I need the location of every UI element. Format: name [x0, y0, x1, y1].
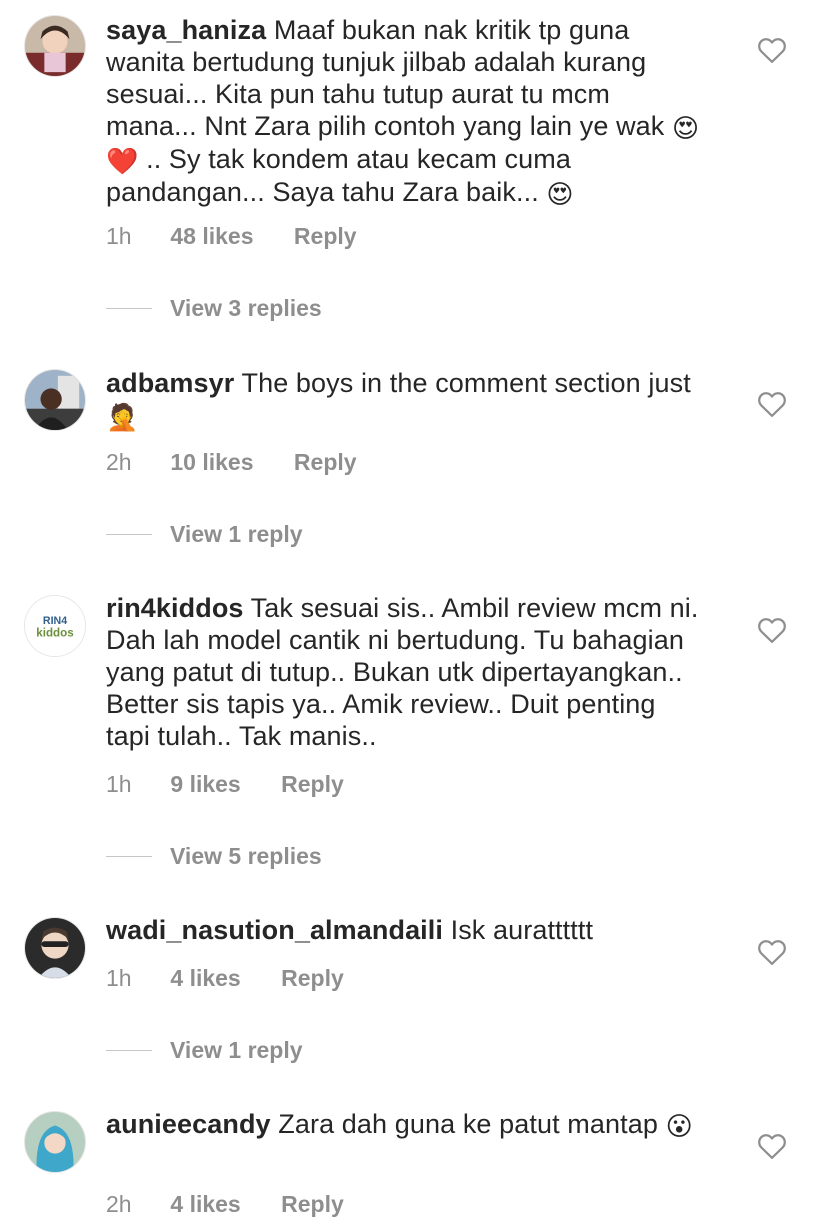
comment-meta: 2h 10 likes Reply: [106, 448, 357, 476]
comment-body: Zara dah guna ke patut mantap: [278, 1109, 658, 1139]
view-replies-button[interactable]: View 1 reply: [106, 1035, 303, 1065]
comment-text: wadi_nasution_almandaili Isk auratttttt: [106, 914, 706, 946]
divider-line: [106, 307, 152, 309]
avatar[interactable]: [24, 369, 86, 431]
avatar-image: [25, 918, 85, 978]
surprised-face-emoji: 😮: [665, 1112, 693, 1142]
comment-body: Isk auratttttt: [450, 915, 594, 945]
username[interactable]: wadi_nasution_almandaili: [106, 915, 443, 945]
view-replies-label: View 1 reply: [170, 1036, 303, 1063]
timestamp: 2h: [106, 1191, 132, 1217]
reply-button[interactable]: Reply: [281, 1191, 344, 1217]
reply-button[interactable]: Reply: [281, 965, 344, 991]
heart-eyes-emoji: 😍: [672, 114, 700, 144]
view-replies-button[interactable]: View 3 replies: [106, 293, 322, 323]
username[interactable]: aunieecandy: [106, 1109, 271, 1139]
comment-text: aunieecandy Zara dah guna ke patut manta…: [106, 1108, 706, 1141]
divider-line: [106, 855, 152, 857]
likes-count[interactable]: 48 likes: [170, 222, 253, 250]
avatar-image: [25, 1112, 85, 1172]
likes-count[interactable]: 10 likes: [170, 448, 253, 476]
heart-eyes-emoji: 😍: [546, 180, 574, 210]
view-replies-label: View 1 reply: [170, 520, 303, 547]
heart-outline-icon[interactable]: [757, 938, 787, 966]
svg-text:RIN4: RIN4: [43, 615, 67, 627]
timestamp: 2h: [106, 449, 132, 475]
facepalm-emoji: 🤦: [106, 403, 139, 433]
view-replies-label: View 5 replies: [170, 842, 322, 869]
rin4kiddos-logo-avatar: RIN4 kiddos: [25, 596, 85, 656]
comment-body-continued: .. Sy tak kondem atau kecam cuma pandang…: [106, 144, 571, 207]
comment-meta: 2h 4 likes Reply: [106, 1190, 344, 1218]
avatar[interactable]: [24, 1111, 86, 1173]
reply-button[interactable]: Reply: [281, 771, 344, 797]
timestamp: 1h: [106, 223, 132, 249]
username[interactable]: saya_haniza: [106, 15, 266, 45]
heart-outline-icon[interactable]: [757, 616, 787, 644]
heart-outline-icon[interactable]: [757, 390, 787, 418]
red-heart-emoji: ❤️: [106, 147, 139, 177]
timestamp: 1h: [106, 771, 132, 797]
avatar[interactable]: [24, 15, 86, 77]
divider-line: [106, 533, 152, 535]
reply-button[interactable]: Reply: [294, 223, 357, 249]
comment-text: adbamsyr The boys in the comment section…: [106, 367, 706, 432]
avatar[interactable]: [24, 917, 86, 979]
reply-button[interactable]: Reply: [294, 449, 357, 475]
comment-meta: 1h 48 likes Reply: [106, 222, 357, 250]
comment-meta: 1h 4 likes Reply: [106, 964, 344, 992]
avatar-image: [25, 16, 85, 76]
view-replies-label: View 3 replies: [170, 294, 322, 321]
view-replies-button[interactable]: View 5 replies: [106, 841, 322, 871]
comment-text: rin4kiddos Tak sesuai sis.. Ambil review…: [106, 592, 706, 752]
comment-meta: 1h 9 likes Reply: [106, 770, 344, 798]
username[interactable]: rin4kiddos: [106, 593, 244, 623]
heart-outline-icon[interactable]: [757, 1132, 787, 1160]
divider-line: [106, 1049, 152, 1051]
likes-count[interactable]: 9 likes: [170, 770, 240, 798]
comment-text: saya_haniza Maaf bukan nak kritik tp gun…: [106, 14, 706, 209]
username[interactable]: adbamsyr: [106, 368, 234, 398]
svg-text:kiddos: kiddos: [36, 627, 73, 640]
likes-count[interactable]: 4 likes: [170, 964, 240, 992]
avatar[interactable]: RIN4 kiddos: [24, 595, 86, 657]
likes-count[interactable]: 4 likes: [170, 1190, 240, 1218]
avatar-image: [25, 370, 85, 430]
view-replies-button[interactable]: View 1 reply: [106, 519, 303, 549]
comment-body: The boys in the comment section just: [241, 368, 691, 398]
heart-outline-icon[interactable]: [757, 36, 787, 64]
timestamp: 1h: [106, 965, 132, 991]
